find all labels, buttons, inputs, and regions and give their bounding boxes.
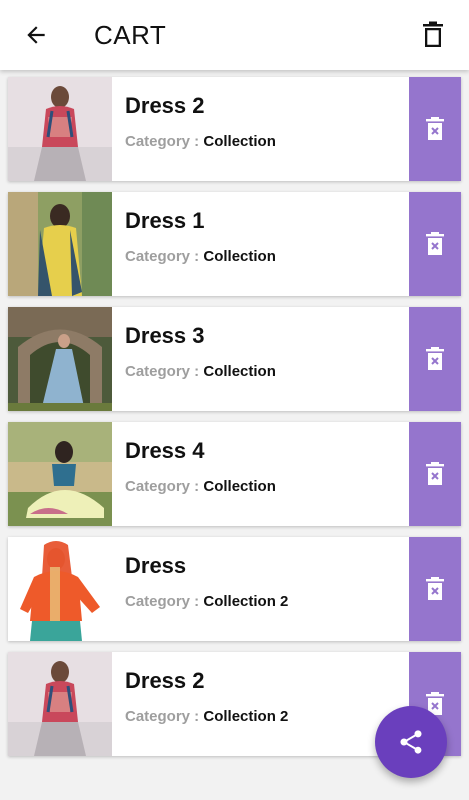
product-name: Dress 2 [125,668,205,693]
remove-item-button[interactable] [409,307,461,411]
product-name: Dress 4 [125,438,205,463]
product-image[interactable] [8,192,112,296]
remove-item-button[interactable] [409,77,461,181]
product-name: Dress 3 [125,323,205,348]
cart-item[interactable]: Dress 3 Category : Collection [8,307,461,411]
product-image[interactable] [8,652,112,756]
category-label: Category : [125,478,204,495]
cart-item[interactable]: Dress 4 Category : Collection [8,422,461,526]
share-icon [400,730,422,754]
product-name: Dress 2 [125,93,205,118]
delete-forever-icon [426,117,444,140]
clear-cart-button[interactable] [415,17,451,53]
remove-item-button[interactable] [409,192,461,296]
product-category: Category : Collection 2 [125,708,288,725]
product-name: Dress 1 [125,208,205,233]
category-value: Collection [203,248,276,265]
category-label: Category : [125,593,204,610]
category-label: Category : [125,133,204,150]
back-button[interactable] [18,17,54,53]
product-category: Category : Collection [125,248,276,265]
remove-item-button[interactable] [409,422,461,526]
delete-forever-icon [426,462,444,485]
remove-item-button[interactable] [409,537,461,641]
category-value: Collection 2 [203,708,289,725]
app-bar: CART [0,0,469,70]
category-label: Category : [125,248,204,265]
product-category: Category : Collection [125,133,276,150]
product-name: Dress [125,553,187,578]
cart-list: Dress 2 Category : Collection Dress 1 Ca… [8,77,461,767]
delete-forever-icon [426,232,444,255]
category-value: Collection [203,478,276,495]
product-image[interactable] [8,77,112,181]
cart-item[interactable]: Dress 2 Category : Collection [8,77,461,181]
category-value: Collection [203,133,276,150]
product-image[interactable] [8,537,112,641]
cart-item[interactable]: Dress 1 Category : Collection [8,192,461,296]
delete-forever-icon [426,577,444,600]
product-category: Category : Collection 2 [125,593,288,610]
delete-forever-icon [426,347,444,370]
product-image[interactable] [8,422,112,526]
arrow-back-icon [27,26,45,44]
product-category: Category : Collection [125,363,276,380]
share-fab[interactable] [375,706,447,778]
category-value: Collection [203,363,276,380]
cart-item[interactable]: Dress Category : Collection 2 [8,537,461,641]
product-image[interactable] [8,307,112,411]
category-label: Category : [125,363,204,380]
product-category: Category : Collection [125,478,276,495]
page-title: CART [94,20,167,50]
trash-icon [423,21,443,47]
category-value: Collection 2 [203,593,289,610]
category-label: Category : [125,708,204,725]
